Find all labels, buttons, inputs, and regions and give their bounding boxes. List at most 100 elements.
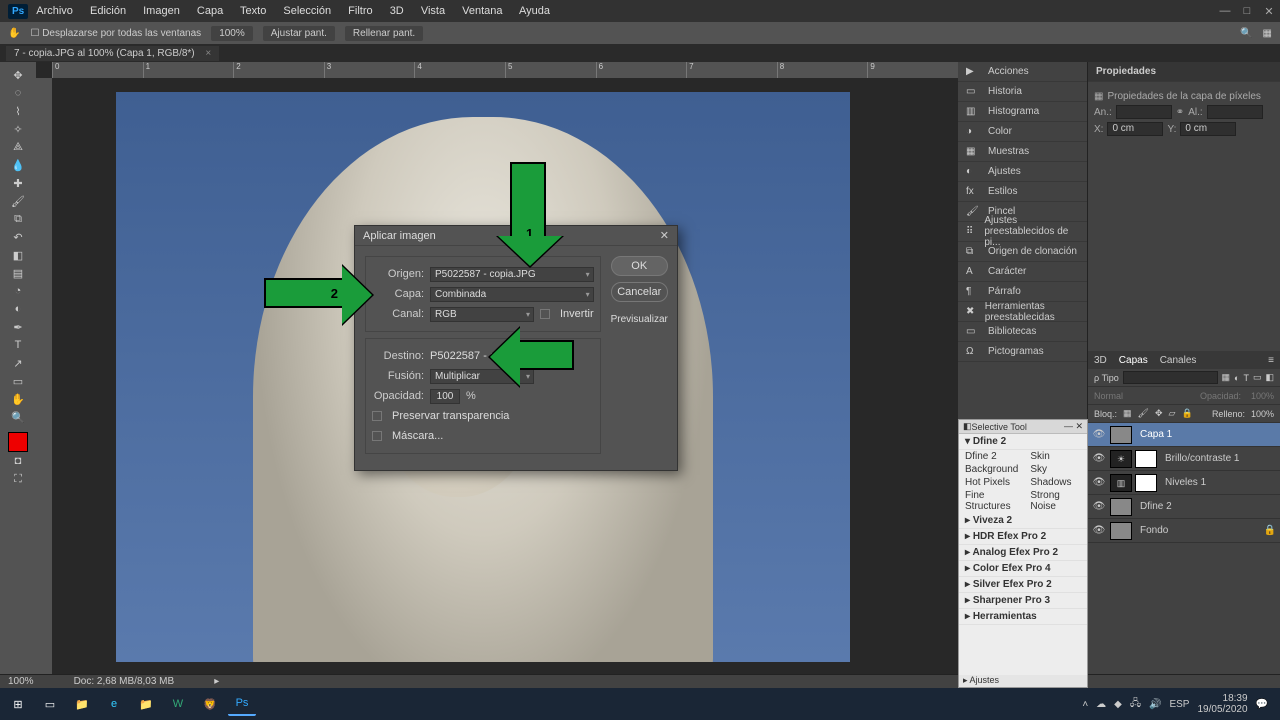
blend-mode[interactable]: Normal [1094,391,1123,401]
filter-adjust-icon[interactable]: ◐ [1234,373,1239,383]
panel-pincel-presets[interactable]: ⠿Ajustes preestablecidos de pi... [958,222,1087,242]
history-brush-tool[interactable]: ↶ [8,229,28,245]
lang-icon[interactable]: ESP [1169,699,1189,710]
status-arrow-icon[interactable]: ▸ [214,676,219,687]
crop-tool[interactable]: ⟁ [8,139,28,155]
adjustment-icon[interactable]: ▥ [1110,474,1132,492]
panel-acciones[interactable]: ▶Acciones [958,62,1087,82]
explorer-icon[interactable]: 📁 [68,692,96,716]
move-tool[interactable]: ✥ [8,67,28,83]
panel-estilos[interactable]: fxEstilos [958,182,1087,202]
nik-preset[interactable]: Shadows [1024,476,1087,489]
nik-preset[interactable]: Fine Structures [959,489,1024,513]
menu-edicion[interactable]: Edición [90,5,126,17]
type-tool[interactable]: T [8,337,28,353]
start-button[interactable]: ⊞ [4,692,32,716]
search-icon[interactable]: 🔍 [1240,28,1252,39]
layer-thumb[interactable] [1110,498,1132,516]
tab-capas[interactable]: Capas [1119,355,1148,366]
nik-sharpener[interactable]: ▸ Sharpener Pro 3 [959,593,1087,609]
shape-tool[interactable]: ▭ [8,373,28,389]
lock-pixels-icon[interactable]: ▦ [1123,408,1132,419]
capa-select[interactable]: Combinada [430,287,594,302]
nik-footer[interactable]: ▸ Ajustes [959,675,1087,687]
layer-capa-1[interactable]: 👁Capa 1 [1088,423,1280,447]
lock-position-icon[interactable]: ✥ [1155,408,1163,419]
zoom-tool[interactable]: 🔍 [8,409,28,425]
origen-select[interactable]: P5022587 - copia.JPG [430,267,594,282]
hand-tool-icon[interactable]: ✋ [8,28,20,39]
visibility-icon[interactable]: 👁 [1092,429,1106,440]
preserve-checkbox[interactable] [372,411,382,421]
path-tool[interactable]: ↗ [8,355,28,371]
task-view-icon[interactable]: ▭ [36,692,64,716]
screenmode-icon[interactable]: ⛶ [8,471,28,487]
panel-character[interactable]: ACarácter [958,262,1087,282]
tray-app-icon[interactable]: ◆ [1114,699,1122,710]
lock-all-icon[interactable]: 🔒 [1181,408,1192,419]
nik-selective-tool-panel[interactable]: ◧ Selective Tool— ✕ ▾ Dfine 2 Dfine 2Ski… [958,419,1088,688]
lock-artboard-icon[interactable]: ▱ [1169,408,1176,419]
lasso-tool[interactable]: ⌇ [8,103,28,119]
workspace-icon[interactable]: ▦ [1263,28,1272,39]
panel-libraries[interactable]: ▭Bibliotecas [958,322,1087,342]
tab-3d[interactable]: 3D [1094,355,1107,366]
cancel-button[interactable]: Cancelar [611,282,668,302]
layer-opacity[interactable]: 100% [1251,391,1274,401]
menu-capa[interactable]: Capa [197,5,223,17]
panel-ajustes[interactable]: ◐Ajustes [958,162,1087,182]
onedrive-icon[interactable]: ☁ [1096,699,1106,710]
zoom-display[interactable]: 100% [211,26,253,41]
panel-glyphs[interactable]: ΩPictogramas [958,342,1087,362]
mask-checkbox[interactable] [372,431,382,441]
fit-screen-button[interactable]: Ajustar pant. [263,26,335,41]
nik-tools[interactable]: ▸ Herramientas [959,609,1087,625]
layer-brightness[interactable]: 👁☀Brillo/contraste 1 [1088,447,1280,471]
menu-ventana[interactable]: Ventana [462,5,502,17]
visibility-icon[interactable]: 👁 [1092,453,1106,464]
pen-tool[interactable]: ✒ [8,319,28,335]
document-tab[interactable]: 7 - copia.JPG al 100% (Capa 1, RGB/8*) × [6,46,219,61]
panel-tool-presets[interactable]: ✖Herramientas preestablecidas [958,302,1087,322]
folder-icon[interactable]: 📁 [132,692,160,716]
clock[interactable]: 18:3919/05/2020 [1197,693,1247,715]
edge-icon[interactable]: e [100,692,128,716]
scroll-all-checkbox[interactable]: ☐ Desplazarse por todas las ventanas [30,28,201,39]
photoshop-taskbar-icon[interactable]: Ps [228,692,256,716]
menu-3d[interactable]: 3D [390,5,404,17]
fill-screen-button[interactable]: Rellenar pant. [345,26,423,41]
panel-historia[interactable]: ▭Historia [958,82,1087,102]
lock-brush-icon[interactable]: 🖌 [1138,408,1149,419]
maximize-icon[interactable]: □ [1236,5,1258,18]
nik-header[interactable]: ◧ Selective Tool— ✕ [959,420,1087,434]
network-icon[interactable]: 🖧 [1130,696,1141,713]
visibility-icon[interactable]: 👁 [1092,501,1106,512]
nik-preset[interactable]: Strong Noise [1024,489,1087,513]
nik-analog[interactable]: ▸ Analog Efex Pro 2 [959,545,1087,561]
filter-select[interactable] [1123,371,1218,384]
layer-mask[interactable] [1135,474,1157,492]
nik-preset[interactable]: Background [959,463,1024,476]
panel-menu-icon[interactable]: ≡ [1268,355,1274,366]
minimize-icon[interactable]: — [1214,5,1236,18]
layer-levels[interactable]: 👁▥Niveles 1 [1088,471,1280,495]
layer-thumb[interactable] [1110,522,1132,540]
heal-tool[interactable]: ✚ [8,175,28,191]
menu-seleccion[interactable]: Selección [283,5,331,17]
status-doc[interactable]: Doc: 2,68 MB/8,03 MB [74,676,175,687]
eyedropper-tool[interactable]: 💧 [8,157,28,173]
invert-checkbox[interactable] [540,309,550,319]
x-input[interactable]: 0 cm [1107,122,1163,136]
hand-tool[interactable]: ✋ [8,391,28,407]
nik-viveza[interactable]: ▸ Viveza 2 [959,513,1087,529]
menu-texto[interactable]: Texto [240,5,266,17]
layer-fondo[interactable]: 👁Fondo🔒 [1088,519,1280,543]
menu-archivo[interactable]: Archivo [36,5,73,17]
color-swatch[interactable] [8,432,28,452]
nik-preset[interactable]: Dfine 2 [959,450,1024,463]
tray-up-icon[interactable]: ˄ [1082,699,1088,710]
eraser-tool[interactable]: ◧ [8,247,28,263]
panel-paragraph[interactable]: ¶Párrafo [958,282,1087,302]
close-icon[interactable]: ✕ [1258,5,1280,18]
layer-dfine[interactable]: 👁Dfine 2 [1088,495,1280,519]
